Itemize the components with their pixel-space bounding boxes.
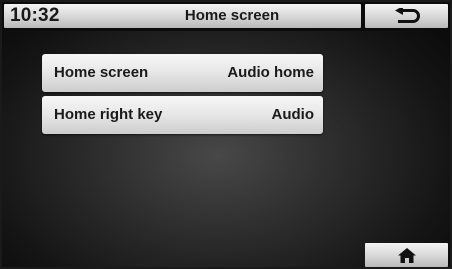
- page-title: Home screen: [184, 7, 280, 24]
- home-icon: [397, 247, 416, 263]
- menu-item-home-screen[interactable]: Home screen Audio home: [42, 54, 323, 92]
- menu-item-label: Home screen: [54, 64, 149, 81]
- back-button[interactable]: [365, 4, 448, 28]
- settings-screen: 10:32 Home screen Home screen Audio home…: [0, 0, 452, 269]
- menu-item-label: Home right key: [54, 106, 163, 123]
- back-arrow-icon: [392, 8, 422, 24]
- menu-item-value: Audio: [271, 106, 315, 123]
- clock: 10:32: [10, 5, 60, 26]
- header-bar: 10:32 Home screen: [2, 2, 450, 31]
- home-button[interactable]: [365, 243, 448, 267]
- title-bar: 10:32 Home screen: [4, 4, 361, 28]
- menu-item-home-right-key[interactable]: Home right key Audio: [42, 96, 323, 134]
- menu-item-value: Audio home: [227, 64, 314, 81]
